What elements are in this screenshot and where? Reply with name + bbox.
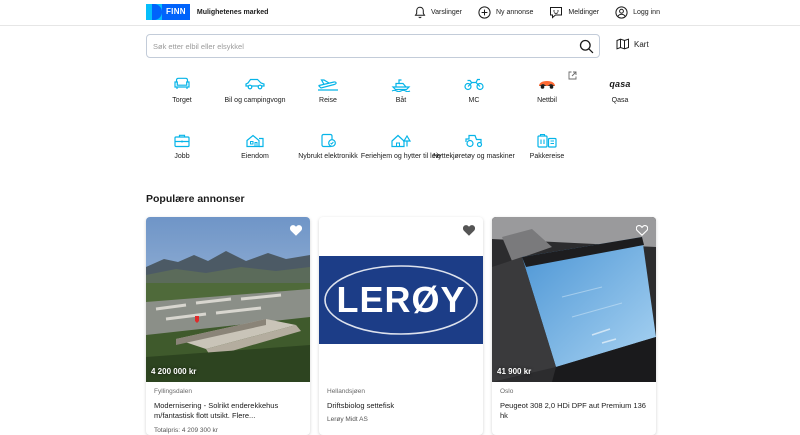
nettbil-logo-icon bbox=[539, 81, 555, 89]
category-qasa-label: Qasa bbox=[611, 97, 629, 104]
ad-card-2[interactable]: LERØY Hellandsjøen Driftsbiolog settefis… bbox=[319, 217, 483, 435]
category-pakkereise-label: Pakkereise bbox=[529, 153, 565, 160]
plane-icon bbox=[318, 79, 338, 91]
search-input[interactable] bbox=[147, 35, 567, 57]
nav-varslinger[interactable]: Varslinger bbox=[414, 4, 462, 20]
search-icon[interactable] bbox=[579, 39, 594, 54]
nav-logg-inn-label: Logg inn bbox=[633, 8, 660, 16]
favorite-heart-icon[interactable] bbox=[636, 225, 648, 236]
ad-card-1-location: Fyllingsdalen bbox=[154, 388, 192, 395]
aerial-housing-photo bbox=[146, 217, 310, 382]
category-pakkereise[interactable]: Pakkereise bbox=[502, 132, 592, 161]
finn-logo-mark-icon bbox=[146, 4, 162, 20]
chat-icon bbox=[550, 6, 563, 19]
favorite-heart-icon[interactable] bbox=[290, 225, 302, 236]
nav-ny-annonse-label: Ny annonse bbox=[496, 8, 534, 16]
ad-card-3-image[interactable]: 41 900 kr bbox=[492, 217, 656, 382]
ad-card-3-location: Oslo bbox=[500, 388, 514, 395]
user-icon bbox=[615, 5, 628, 19]
ad-card-2-image[interactable]: LERØY bbox=[319, 217, 483, 382]
sofa-icon bbox=[174, 77, 190, 89]
car-sunroof-photo bbox=[492, 217, 656, 382]
nav-meldinger[interactable]: Meldinger bbox=[549, 4, 599, 20]
header-nav: Varslinger Ny annonse Meldinger Logg inn bbox=[414, 4, 676, 20]
ad-card-3-price: 41 900 kr bbox=[497, 367, 532, 376]
car-icon bbox=[245, 78, 265, 90]
cabin-icon bbox=[391, 134, 412, 147]
map-link[interactable]: Kart bbox=[616, 38, 649, 50]
ad-card-1-title[interactable]: Modernisering - Solrikt enderekkehus m/f… bbox=[154, 401, 304, 421]
ad-card-1[interactable]: 4 200 000 kr Fyllingsdalen Modernisering… bbox=[146, 217, 310, 435]
ad-card-2-title[interactable]: Driftsbiolog settefisk bbox=[327, 401, 477, 411]
nav-meldinger-label: Meldinger bbox=[568, 8, 600, 16]
ad-card-1-total-price: Totalpris: 4 209 300 kr bbox=[154, 427, 218, 434]
search-box bbox=[146, 34, 600, 58]
ad-card-3[interactable]: 41 900 kr Oslo Peugeot 308 2,0 HDi DPF a… bbox=[492, 217, 656, 435]
leroy-logo: LERØY bbox=[324, 265, 478, 335]
device-icon bbox=[321, 133, 336, 147]
map-icon bbox=[616, 38, 629, 50]
finn-logo-text: FINN bbox=[162, 4, 190, 20]
leroy-logo-text: LERØY bbox=[336, 279, 465, 320]
nav-varslinger-label: Varslinger bbox=[431, 8, 462, 16]
tractor-icon bbox=[465, 134, 483, 147]
nav-logg-inn[interactable]: Logg inn bbox=[615, 4, 660, 20]
boat-icon bbox=[391, 78, 411, 92]
ad-card-3-title[interactable]: Peugeot 308 2,0 HDi DPF aut Premium 136 … bbox=[500, 401, 650, 421]
ad-card-1-image[interactable]: 4 200 000 kr bbox=[146, 217, 310, 382]
favorite-heart-icon[interactable] bbox=[463, 225, 475, 236]
briefcase-icon bbox=[174, 134, 190, 147]
map-link-label: Kart bbox=[634, 39, 649, 49]
luggage-icon bbox=[537, 133, 557, 148]
plus-circle-icon bbox=[478, 5, 491, 19]
qasa-logo: qasa bbox=[609, 78, 631, 89]
section-title: Populære annonser bbox=[146, 193, 245, 205]
motorcycle-icon bbox=[464, 78, 484, 91]
house-icon bbox=[246, 134, 264, 147]
top-header: FINN Mulighetenes marked Varslinger Ny a… bbox=[0, 0, 800, 26]
finn-logo[interactable]: FINN Mulighetenes marked bbox=[146, 4, 268, 20]
tagline: Mulighetenes marked bbox=[196, 8, 269, 16]
nav-ny-annonse[interactable]: Ny annonse bbox=[478, 4, 533, 20]
bell-icon bbox=[414, 6, 426, 18]
category-qasa[interactable]: qasa Qasa bbox=[575, 76, 665, 105]
ad-card-2-company: Lerøy Midt AS bbox=[327, 416, 368, 423]
ad-card-1-price: 4 200 000 kr bbox=[151, 367, 197, 376]
ad-card-2-location: Hellandsjøen bbox=[327, 388, 365, 395]
